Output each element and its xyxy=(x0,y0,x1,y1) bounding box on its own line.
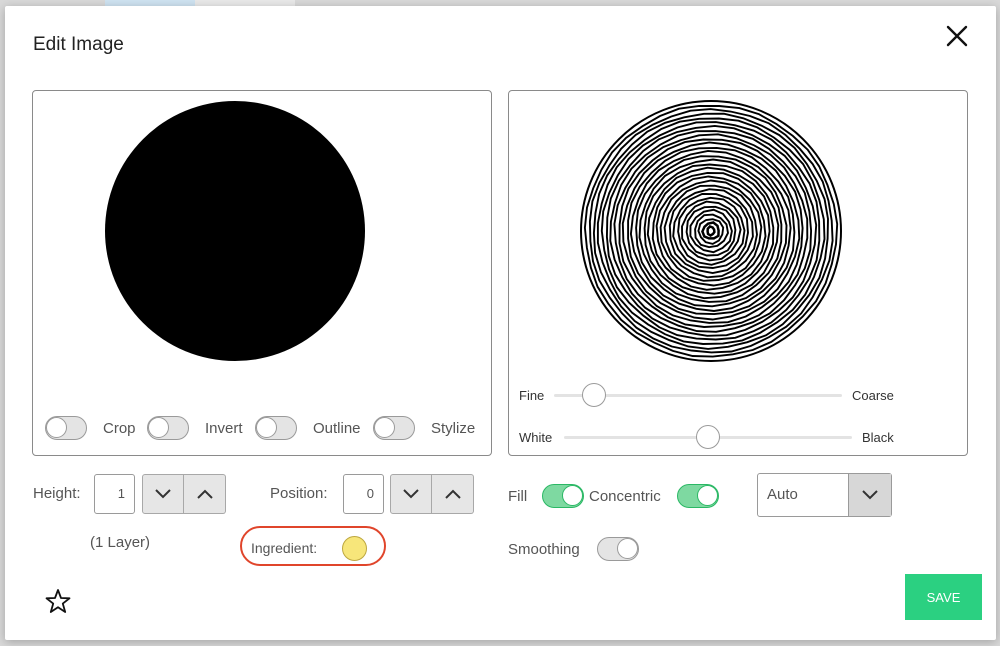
crop-label: Crop xyxy=(103,420,136,437)
height-increment-button[interactable] xyxy=(184,474,226,514)
processed-image-panel: Fine Coarse White Black xyxy=(508,90,968,456)
coarseness-slider-thumb[interactable] xyxy=(582,383,607,407)
dialog-title: Edit Image xyxy=(33,34,124,55)
outline-toggle[interactable] xyxy=(255,416,297,440)
chevron-down-icon xyxy=(155,489,171,499)
mode-select[interactable]: Auto xyxy=(757,473,892,517)
crop-toggle[interactable] xyxy=(45,416,87,440)
stylize-toggle[interactable] xyxy=(373,416,415,440)
star-icon[interactable] xyxy=(45,588,71,614)
stylize-label: Stylize xyxy=(431,420,476,437)
mode-select-value: Auto xyxy=(767,486,798,503)
fill-toggle[interactable] xyxy=(542,484,584,508)
chevron-up-icon xyxy=(196,489,213,499)
chevron-down-icon[interactable] xyxy=(848,474,891,516)
position-label: Position: xyxy=(270,485,328,502)
smoothing-label: Smoothing xyxy=(508,541,580,558)
ingredient-color-swatch[interactable] xyxy=(342,536,367,561)
position-increment-button[interactable] xyxy=(432,474,474,514)
coarse-label: Coarse xyxy=(852,388,894,403)
original-image-preview xyxy=(105,101,365,361)
height-label: Height: xyxy=(33,485,81,502)
height-decrement-button[interactable] xyxy=(142,474,184,514)
close-icon[interactable] xyxy=(945,24,969,48)
smoothing-toggle[interactable] xyxy=(597,537,639,561)
invert-toggle[interactable] xyxy=(147,416,189,440)
chevron-down-icon xyxy=(403,489,419,499)
invert-label: Invert xyxy=(205,420,243,437)
fine-label: Fine xyxy=(519,388,545,403)
chevron-up-icon xyxy=(444,489,461,499)
layer-count: (1 Layer) xyxy=(90,534,151,551)
processed-image-preview xyxy=(580,100,842,362)
original-image-panel: Crop Invert Outline Stylize xyxy=(32,90,492,456)
white-label: White xyxy=(519,430,553,445)
black-label: Black xyxy=(862,430,894,445)
position-input[interactable]: 0 xyxy=(343,474,384,514)
fill-label: Fill xyxy=(508,488,528,505)
ingredient-label: Ingredient: xyxy=(251,540,318,556)
save-button[interactable]: SAVE xyxy=(905,574,982,620)
outline-label: Outline xyxy=(313,420,361,437)
position-decrement-button[interactable] xyxy=(390,474,432,514)
threshold-slider-thumb[interactable] xyxy=(696,425,720,449)
concentric-toggle[interactable] xyxy=(677,484,719,508)
height-input[interactable]: 1 xyxy=(94,474,135,514)
concentric-label: Concentric xyxy=(589,488,661,505)
edit-image-dialog: Edit Image Crop Invert Outline Stylize F… xyxy=(5,6,996,640)
